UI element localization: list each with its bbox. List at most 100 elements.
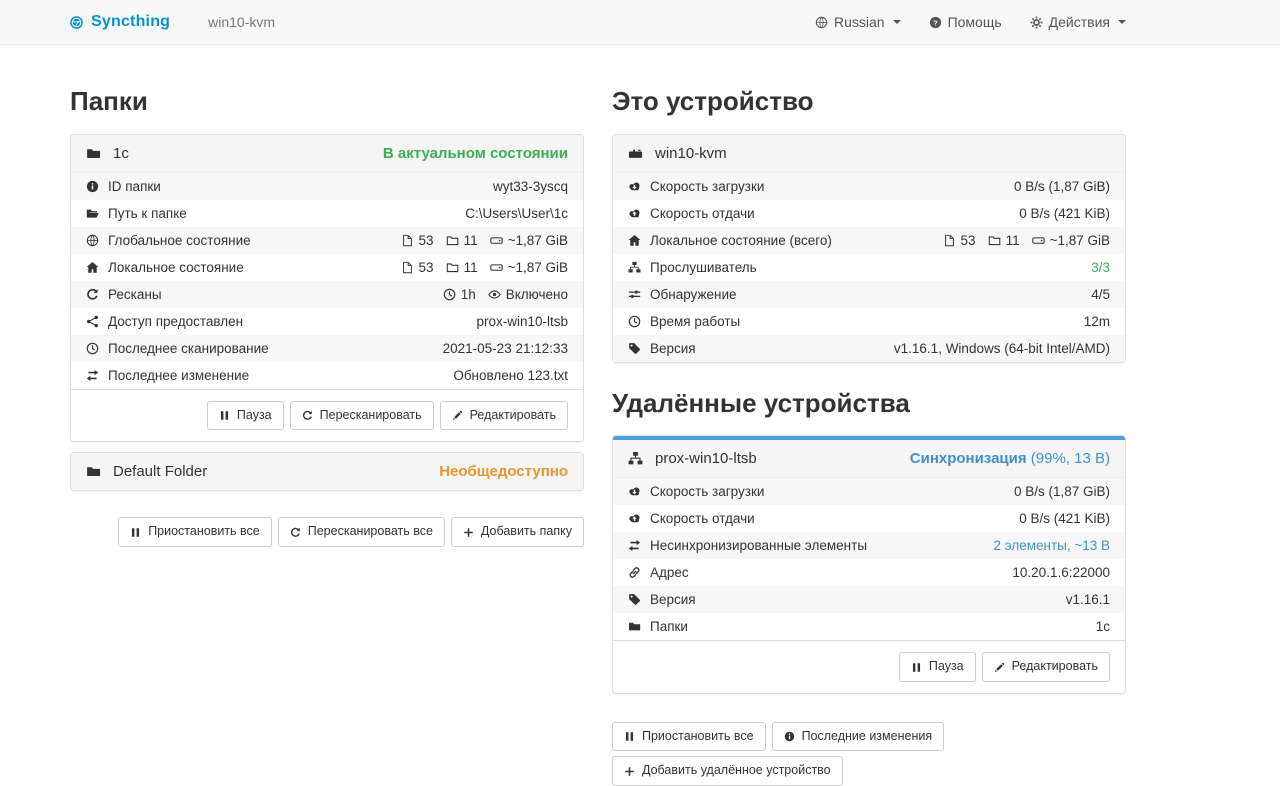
detail-row: Локальное состояние (всего)5311~1,87 GiB bbox=[613, 227, 1125, 254]
tag-icon bbox=[628, 593, 641, 606]
syncthing-brand-link[interactable]: Syncthing win10-kvm bbox=[70, 13, 275, 31]
detail-row: Последнее изменениеОбновлено 123.txt bbox=[71, 362, 583, 389]
sitemap-icon bbox=[628, 451, 643, 466]
folder-o-icon bbox=[446, 261, 459, 274]
detail-value: 0 B/s (421 KiB) bbox=[1019, 511, 1110, 526]
folder-panel-1c: 1c В актуальном состоянии ID папки wyt33-… bbox=[70, 134, 584, 443]
detail-value: wyt33-3yscq bbox=[493, 179, 568, 194]
devices-footer-actions: Приостановить всеПоследние изменения Доба… bbox=[612, 722, 972, 786]
detail-row: Последнее сканирование2021-05-23 21:12:3… bbox=[71, 335, 583, 362]
help-menu-label: Помощь bbox=[948, 14, 1002, 30]
detail-value: prox-win10-ltsb bbox=[476, 314, 568, 329]
add-remote-device-button[interactable]: Добавить удалённое устройство bbox=[612, 756, 843, 786]
sliders-icon bbox=[628, 288, 641, 301]
exchange-icon bbox=[86, 369, 99, 382]
pencil-icon bbox=[452, 410, 463, 421]
detail-label: Папки bbox=[628, 619, 688, 634]
folder-panel-heading[interactable]: 1c В актуальном состоянии bbox=[71, 135, 583, 172]
pause-icon bbox=[911, 662, 922, 673]
hdd-icon bbox=[490, 261, 503, 274]
main-content: Папки 1c В актуальном состоянии ID папки… bbox=[70, 45, 1126, 786]
detail-value: 5311~1,87 GiB bbox=[936, 233, 1110, 248]
detail-row: Адрес10.20.1.6:22000 bbox=[613, 559, 1125, 586]
folder-status-badge: Необщедоступно bbox=[439, 463, 568, 480]
rescan-all-folders-button[interactable]: Пересканировать все bbox=[278, 517, 445, 547]
plus-icon bbox=[624, 766, 635, 777]
gear-icon bbox=[1030, 16, 1043, 29]
home-icon bbox=[86, 261, 99, 274]
folder-icon bbox=[86, 146, 101, 161]
detail-label: Последнее сканирование bbox=[86, 341, 269, 356]
actions-menu[interactable]: Действия bbox=[1030, 14, 1126, 30]
detail-row: Несинхронизированные элементы2 элементы,… bbox=[613, 532, 1125, 559]
folder-icon bbox=[86, 464, 101, 479]
edit-folder-button[interactable]: Редактировать bbox=[440, 401, 568, 431]
detail-value: v1.16.1 bbox=[1066, 592, 1110, 607]
folder-open-icon bbox=[86, 207, 99, 220]
plus-icon bbox=[463, 527, 474, 538]
refresh-icon bbox=[86, 288, 99, 301]
detail-label: Обнаружение bbox=[628, 287, 737, 302]
detail-value-link[interactable]: 2 элементы, ~13 B bbox=[993, 538, 1110, 553]
detail-value: 5311~1,87 GiB bbox=[394, 233, 568, 248]
detail-value: 3/3 bbox=[1091, 260, 1110, 275]
recent-changes-button[interactable]: Последние изменения bbox=[772, 722, 945, 752]
detail-row: Доступ предоставленprox-win10-ltsb bbox=[71, 308, 583, 335]
detail-label: Адрес bbox=[628, 565, 689, 580]
detail-row: Папки 1c bbox=[613, 613, 1125, 640]
globe-icon bbox=[86, 234, 99, 247]
detail-row: Скорость загрузки0 B/s (1,87 GiB) bbox=[613, 173, 1125, 200]
share-icon bbox=[86, 315, 99, 328]
language-menu-label: Russian bbox=[834, 14, 885, 30]
folders-footer-actions: Приостановить всеПересканировать всеДоба… bbox=[70, 517, 584, 547]
remote-device-heading[interactable]: prox-win10-ltsb Синхронизация (99%, 13 B… bbox=[613, 440, 1125, 477]
detail-row: Путь к папке C:\Users\User\1c bbox=[71, 200, 583, 227]
folder-icon bbox=[628, 620, 641, 633]
detail-label: Версия bbox=[628, 341, 696, 356]
this-device-name: win10-kvm bbox=[655, 145, 727, 162]
caret-down-icon bbox=[1118, 20, 1126, 24]
detail-value: 1c bbox=[1096, 619, 1110, 634]
svg-text:?: ? bbox=[933, 18, 938, 27]
tag-icon bbox=[628, 342, 641, 355]
detail-value: 4/5 bbox=[1091, 287, 1110, 302]
edit-device-button[interactable]: Редактировать bbox=[982, 652, 1110, 682]
pause-icon bbox=[130, 527, 141, 538]
caret-down-icon bbox=[893, 20, 901, 24]
language-menu[interactable]: Russian bbox=[815, 14, 901, 30]
folder-actions: ПаузаПересканироватьРедактировать bbox=[71, 389, 583, 442]
pause-device-button[interactable]: Пауза bbox=[899, 652, 976, 682]
info-icon bbox=[784, 731, 795, 742]
detail-value: C:\Users\User\1c bbox=[465, 206, 568, 221]
info-icon bbox=[86, 180, 99, 193]
cloud-down-icon bbox=[628, 485, 641, 498]
detail-value: 0 B/s (1,87 GiB) bbox=[1014, 179, 1110, 194]
this-device-heading[interactable]: win10-kvm bbox=[613, 135, 1125, 172]
pause-folder-button[interactable]: Пауза bbox=[207, 401, 284, 431]
syncthing-logo-icon bbox=[70, 16, 83, 29]
exchange-icon bbox=[628, 539, 641, 552]
detail-label: Путь к папке bbox=[86, 206, 187, 221]
question-icon: ? bbox=[929, 16, 942, 29]
folder-panel-default: Default Folder Необщедоступно bbox=[70, 452, 584, 491]
folders-column: Папки 1c В актуальном состоянии ID папки… bbox=[70, 45, 584, 547]
pause-all-devices-button[interactable]: Приостановить все bbox=[612, 722, 766, 752]
detail-row: Скорость загрузки 0 B/s (1,87 GiB) bbox=[613, 478, 1125, 505]
detail-value: 1hВключено bbox=[436, 287, 568, 302]
help-menu[interactable]: ? Помощь bbox=[929, 14, 1002, 30]
rescan-folder-button[interactable]: Пересканировать bbox=[290, 401, 434, 431]
pause-icon bbox=[219, 410, 230, 421]
refresh-icon bbox=[302, 410, 313, 421]
detail-label: ID папки bbox=[86, 179, 161, 194]
detail-label: Скорость загрузки bbox=[628, 484, 764, 499]
detail-value: Обновлено 123.txt bbox=[453, 368, 568, 383]
detail-row: Локальное состояние5311~1,87 GiB bbox=[71, 254, 583, 281]
detail-value: 0 B/s (1,87 GiB) bbox=[1014, 484, 1110, 499]
device-status-badge: Синхронизация (99%, 13 B) bbox=[910, 450, 1110, 467]
brand-title: Syncthing bbox=[91, 13, 170, 31]
add-folder-button[interactable]: Добавить папку bbox=[451, 517, 584, 547]
pause-all-folders-button[interactable]: Приостановить все bbox=[118, 517, 272, 547]
folder-details-table: ID папки wyt33-3yscq Путь к папке C:\Users\… bbox=[71, 172, 583, 389]
folder-panel-heading[interactable]: Default Folder Необщедоступно bbox=[71, 453, 583, 490]
detail-row: Ресканы1hВключено bbox=[71, 281, 583, 308]
